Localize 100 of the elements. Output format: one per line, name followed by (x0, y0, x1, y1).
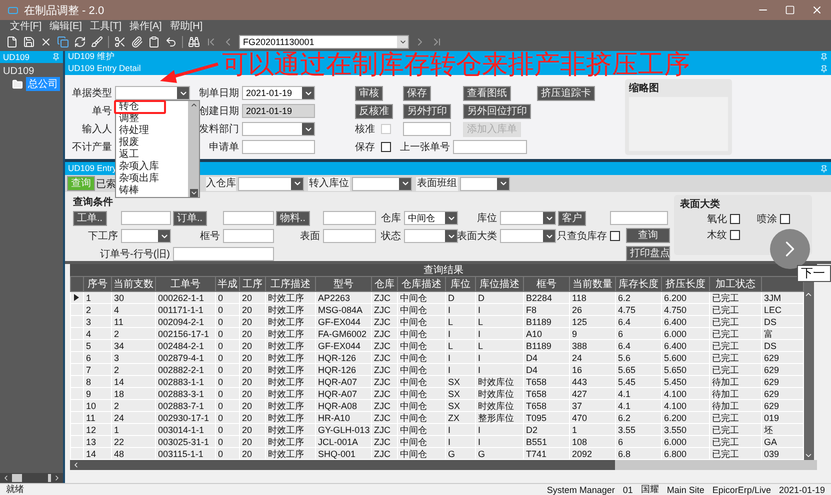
column-header[interactable]: 型号 (316, 276, 372, 292)
table-cell: 108 (570, 436, 616, 448)
table-cell: 6.4 (616, 316, 662, 328)
column-header[interactable]: 当前支数 (112, 276, 156, 292)
field-label: 申请单 (209, 140, 240, 154)
table-cell: 时效工序 (266, 328, 316, 340)
column-header[interactable]: 当前数量 (570, 276, 616, 292)
action-button[interactable]: 查看图纸 (463, 86, 511, 100)
table-cell: 已完工 (710, 340, 762, 352)
action-button[interactable]: 打印盘点 (626, 246, 670, 261)
action-button[interactable]: 审核 (355, 86, 383, 100)
table-cell: 3.550 (662, 424, 710, 436)
column-header[interactable]: 工序描述 (266, 276, 316, 292)
window-title: 在制品调整 - 2.0 (24, 4, 104, 18)
table-cell: 002094-2-1 (156, 316, 216, 328)
column-header[interactable]: 序号 (84, 276, 112, 292)
action-button[interactable]: 挤压追踪卡 (537, 86, 595, 100)
action-button[interactable]: 反核准 (355, 104, 393, 118)
table-cell: 003025-31-1 (156, 436, 216, 448)
panel-title: UD109 Entry Detail (68, 63, 141, 74)
menu-item[interactable]: 帮助[H] (170, 20, 203, 32)
table-cell: 已完工 (710, 364, 762, 376)
table-cell: 时效工序 (266, 376, 316, 388)
action-button[interactable]: 客户 (558, 210, 586, 226)
table-cell: 时效库位 (476, 400, 524, 412)
dropdown-option[interactable]: 转仓 (119, 102, 139, 112)
table-cell: 中间仓 (398, 316, 446, 328)
column-header[interactable]: 框号 (524, 276, 570, 292)
status-item: 国耀 (640, 483, 659, 495)
status-text: 已索 (96, 178, 116, 190)
table-cell: 5.65 (616, 364, 662, 376)
table-cell: 4.75 (616, 304, 662, 316)
table-cell: D4 (524, 364, 570, 376)
field-label: 不计产量 (72, 140, 113, 154)
table-cell: 6 (616, 436, 662, 448)
table-cell: 1 (112, 424, 156, 436)
column-header[interactable]: 仓库描述 (398, 276, 446, 292)
menu-item[interactable]: 编辑[E] (50, 20, 82, 32)
table-cell: 427 (570, 388, 616, 400)
table-cell: 中间仓 (398, 388, 446, 400)
table-cell: 118 (570, 292, 616, 304)
table-cell: I (476, 364, 524, 376)
table-cell: 3 (112, 352, 156, 364)
table-cell: 14 (112, 376, 156, 388)
dropdown-option[interactable]: 待处理 (119, 126, 149, 136)
table-cell: 3.55 (616, 424, 662, 436)
column-header[interactable]: 库位 (446, 276, 476, 292)
table-cell: B551 (524, 436, 570, 448)
dropdown-field[interactable]: 2021-01-19 (242, 86, 315, 100)
action-button[interactable]: 另外打印 (403, 104, 451, 118)
table-cell: 34 (112, 340, 156, 352)
table-cell: 2 (112, 364, 156, 376)
table-cell: 2092 (570, 448, 616, 460)
table-cell: I (476, 328, 524, 340)
action-button[interactable]: 另外回位打印 (463, 104, 531, 118)
table-cell: 6.2 (616, 292, 662, 304)
table-cell: 2 (112, 400, 156, 412)
column-header[interactable]: 库位描述 (476, 276, 524, 292)
table-cell: G (476, 448, 524, 460)
dropdown-option[interactable]: 杂项入库 (119, 162, 159, 172)
column-header[interactable]: 半成 (216, 276, 240, 292)
table-cell: 已完工 (710, 424, 762, 436)
action-button[interactable]: 查询 (626, 228, 670, 243)
table-cell: JCL-001A (316, 436, 372, 448)
column-header[interactable]: 仓库 (372, 276, 398, 292)
action-button[interactable]: 订单.. (173, 210, 207, 226)
table-cell: HQR-A08 (316, 400, 372, 412)
field-label: 制单日期 (199, 86, 240, 100)
table-cell: 4.100 (662, 400, 710, 412)
table-cell: B2284 (524, 292, 570, 304)
column-header[interactable]: 挤压长度 (662, 276, 710, 292)
table-cell: D2 (524, 424, 570, 436)
action-button[interactable]: 物料.. (276, 210, 310, 226)
table-cell: 125 (570, 316, 616, 328)
table-cell: 002882-2-1 (156, 364, 216, 376)
table-cell: B1189 (524, 340, 570, 352)
dropdown-option[interactable]: 报废 (119, 138, 139, 148)
column-header[interactable]: 加工状态 (710, 276, 762, 292)
menu-item[interactable]: 操作[A] (130, 20, 162, 32)
dropdown-field[interactable]: 中间仓 (404, 211, 458, 225)
record-combobox[interactable]: FG202011130001 (239, 35, 409, 49)
column-header[interactable]: 库存长度 (616, 276, 662, 292)
action-button[interactable]: 工单.. (73, 210, 107, 226)
table-cell: T658 (524, 376, 570, 388)
action-button[interactable]: 保存 (403, 86, 431, 100)
field-label: 订单号-行号(旧) (100, 248, 171, 261)
table-cell: 时效工序 (266, 316, 316, 328)
table-cell: D (476, 292, 524, 304)
section-title: 表面大类 (680, 198, 721, 211)
menu-item[interactable]: 文件[F] (10, 20, 42, 32)
dropdown-option[interactable]: 铸棒 (119, 186, 139, 196)
table-cell: 6.200 (662, 412, 710, 424)
dropdown-option[interactable]: 返工 (119, 150, 139, 160)
column-header[interactable]: 工序 (240, 276, 266, 292)
menu-item[interactable]: 工具[T] (90, 20, 122, 32)
table-cell: 中间仓 (398, 364, 446, 376)
column-header[interactable]: 工单号 (156, 276, 216, 292)
table-cell: 时效工序 (266, 436, 316, 448)
tree-item[interactable]: UD109 (0, 63, 63, 77)
dropdown-option[interactable]: 杂项出库 (119, 174, 159, 184)
